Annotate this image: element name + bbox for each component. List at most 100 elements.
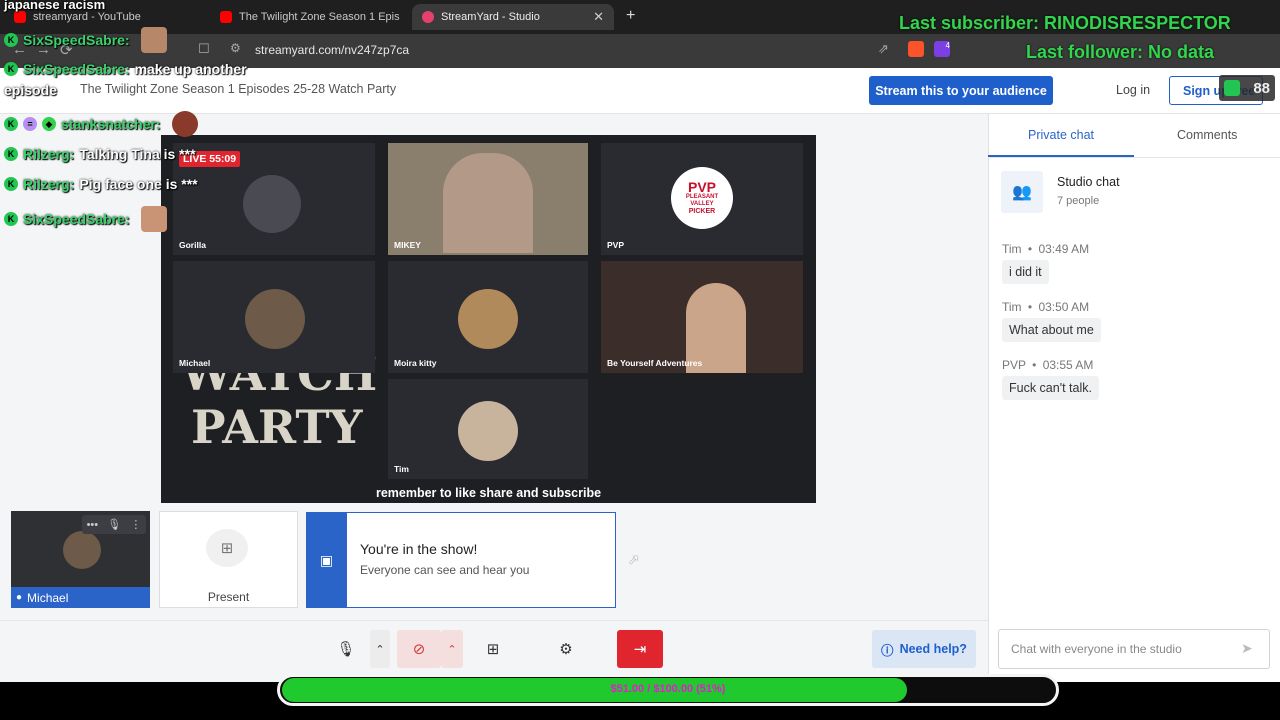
pvp-logo-text: PVP: [687, 179, 716, 195]
new-tab-button[interactable]: +: [626, 7, 635, 25]
badge-icon: ◆: [42, 117, 56, 131]
emote-icon: [171, 111, 198, 137]
self-name-label: ● Michael: [11, 587, 150, 608]
overlay-chat-name: Rilzerg:: [23, 176, 75, 192]
share-screen-icon: ⊞: [486, 641, 500, 658]
pvp-logo-text: PICKER: [688, 208, 716, 215]
site-info-icon[interactable]: ⚙: [230, 41, 241, 55]
overlay-chat-line: K SixSpeedSabre:: [4, 206, 167, 232]
chat-input[interactable]: Chat with everyone in the studio: [998, 629, 1270, 669]
message-dot: •: [1027, 242, 1033, 256]
message-time: 03:55 AM: [1042, 358, 1094, 372]
pvp-logo-text: PLEASANT: [685, 194, 719, 200]
need-help-button[interactable]: ⓘ Need help?: [872, 630, 976, 668]
kick-icon: K: [4, 33, 18, 47]
close-tab-icon[interactable]: ✕: [593, 9, 604, 25]
overlay-chat-line: K = ◆ stanksnatcher:: [4, 111, 198, 137]
overlay-chat-line: K Rilzerg: Pig face one is ***: [4, 176, 198, 192]
mouse-cursor-icon: ➚: [628, 551, 640, 567]
login-link[interactable]: Log in: [1116, 83, 1150, 97]
message-body: What about me: [1002, 318, 1101, 342]
kick-icon: K: [4, 62, 18, 76]
tab-streamyard[interactable]: StreamYard - Studio ✕: [412, 4, 614, 30]
share-icon[interactable]: ⇗: [878, 41, 889, 57]
camera-off-button[interactable]: ⊘: [397, 630, 441, 668]
kick-icon: K: [4, 212, 18, 226]
menu-icon[interactable]: ⋮: [130, 518, 141, 531]
message-body: Fuck can't talk.: [1002, 376, 1099, 400]
brave-shield-icon[interactable]: [908, 41, 924, 57]
self-camera-tools[interactable]: ••• 🎙 ⋮: [82, 515, 146, 534]
message-meta: PVP • 03:55 AM: [1002, 358, 1093, 372]
participant-tile-be-yourself-adventures[interactable]: Be Yourself Adventures: [601, 261, 803, 373]
participant-name: Michael: [179, 358, 211, 368]
overlay-chat-name: SixSpeedSabre:: [23, 32, 130, 48]
participant-tile-mikey[interactable]: MIKEY: [388, 143, 588, 255]
brave-rewards-icon[interactable]: 4: [934, 41, 950, 57]
participant-name: MIKEY: [394, 240, 421, 250]
camera-off-icon: ⊘: [412, 641, 426, 658]
send-icon[interactable]: ➤: [1241, 640, 1253, 657]
message-body: i did it: [1002, 260, 1049, 284]
mic-icon[interactable]: 🎙: [107, 518, 121, 531]
message-meta: Tim • 03:50 AM: [1002, 300, 1089, 314]
tab-private-chat[interactable]: Private chat: [1028, 128, 1094, 142]
overlay-chat-text: make up another: [134, 61, 247, 77]
overlay-chat-text: Talking Tina is ***: [79, 146, 196, 162]
overlay-chat-name: stanksnatcher:: [61, 116, 161, 132]
people-icon: 👥: [1001, 171, 1043, 213]
participant-name: Tim: [394, 464, 409, 474]
last-subscriber: Last subscriber: RINODISRESPECTOR: [899, 13, 1231, 33]
mic-button[interactable]: 🎙: [326, 630, 366, 668]
participant-tile-moira-kitty[interactable]: Moira kitty: [388, 261, 588, 373]
studio-chat-count: 7 people: [1057, 195, 1100, 207]
kick-icon: [1224, 80, 1240, 96]
avatar: [243, 175, 301, 233]
participant-tile-tim[interactable]: Tim: [388, 379, 588, 479]
viewer-count: 88: [1253, 79, 1270, 97]
avatar: [458, 401, 518, 461]
participant-name: PVP: [607, 240, 625, 250]
participant-name: Moira kitty: [394, 358, 437, 368]
participant-tile-michael[interactable]: Michael: [173, 261, 375, 373]
share-screen-button[interactable]: ⊞: [473, 630, 513, 668]
chat-input-placeholder: Chat with everyone in the studio: [1011, 642, 1182, 656]
message-meta: Tim • 03:49 AM: [1002, 242, 1089, 256]
avatar: [245, 289, 305, 349]
pvp-logo: PVP PLEASANT VALLEY PICKER: [671, 167, 733, 229]
tab-label: The Twilight Zone Season 1 Episodes: [239, 11, 400, 23]
settings-button[interactable]: ⚙: [546, 630, 586, 668]
in-show-notice: [306, 512, 616, 608]
emote-icon: [140, 206, 167, 232]
gear-icon: ⚙: [559, 641, 573, 658]
leave-studio-button[interactable]: ⇥: [617, 630, 663, 668]
stream-to-audience-button[interactable]: Stream this to your audience: [869, 76, 1053, 105]
message-time: 03:50 AM: [1038, 300, 1090, 314]
help-icon: ⓘ: [881, 643, 894, 658]
in-show-title: You're in the show!: [360, 541, 478, 557]
bookmark-icon[interactable]: ☐: [198, 41, 210, 57]
more-icon[interactable]: •••: [87, 519, 99, 531]
divider: [0, 620, 988, 621]
mic-options-chevron-up-icon[interactable]: ⌃: [370, 630, 390, 668]
overlay-chat-text: Pig face one is ***: [79, 176, 198, 192]
tab-twilight-zone[interactable]: The Twilight Zone Season 1 Episodes: [210, 4, 410, 30]
message-time: 03:49 AM: [1038, 242, 1090, 256]
in-show-subtitle: Everyone can see and hear you: [360, 563, 530, 577]
kick-icon: K: [4, 117, 18, 131]
tab-label: StreamYard - Studio: [441, 11, 540, 23]
message-dot: •: [1032, 358, 1037, 372]
stage-caption: remember to like share and subscribe: [375, 486, 602, 500]
kick-icon: K: [4, 177, 18, 191]
camera-options-chevron-up-icon[interactable]: ⌃: [441, 630, 463, 668]
message-author: Tim: [1002, 242, 1022, 256]
avatar: [458, 289, 518, 349]
participant-tile-pvp[interactable]: PVP PLEASANT VALLEY PICKER PVP: [601, 143, 803, 255]
url-input[interactable]: streamyard.com/nv247zp7ca: [255, 43, 409, 57]
overlay-chat-name: Rilzerg:: [23, 146, 75, 162]
kick-icon: K: [4, 147, 18, 161]
tab-comments[interactable]: Comments: [1177, 128, 1237, 142]
overlay-chat-line: K SixSpeedSabre:: [4, 27, 167, 53]
person-icon: ●: [16, 592, 23, 603]
profile-card-icon: ▣: [306, 512, 347, 608]
